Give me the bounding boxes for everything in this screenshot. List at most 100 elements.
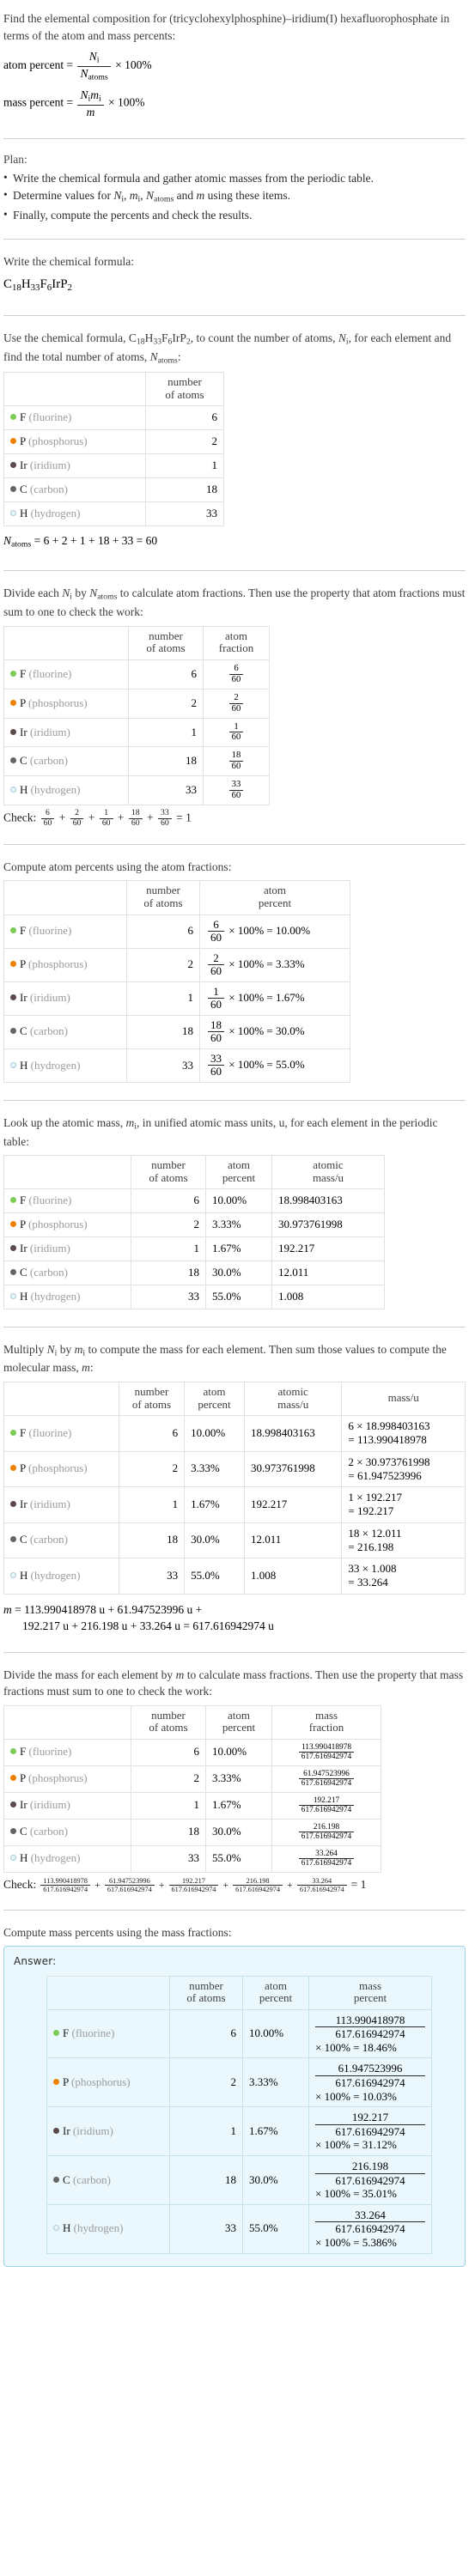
molecular-mass-prompt: Multiply Ni by mi to compute the mass fo… <box>3 1342 447 1375</box>
atomic-mass-table: number of atoms atom percent atomic mass/u … <box>3 1155 385 1309</box>
table-header: number of atoms <box>3 372 224 407</box>
plan-item: Determine values for Ni, mi, Natoms and … <box>3 186 466 206</box>
element-symbol: H <box>63 2221 71 2235</box>
table-row: P (phosphorus) 2 3.33% 30.973761998 <box>3 1212 385 1238</box>
fraction-denominator: 60 <box>228 732 244 743</box>
element-symbol: F <box>20 410 27 424</box>
atom-fraction-prompt: Divide each Ni by Natoms to calculate at… <box>3 586 466 619</box>
atomic-mass-value: 18.998403163 <box>271 1188 385 1214</box>
element-color-dot <box>10 994 16 1001</box>
atom-percent-num-subscript: i <box>96 55 100 65</box>
table-row: F (fluorine) 6 10.00% 18.998403163 6 × 1… <box>3 1415 466 1452</box>
fraction-denominator: 617.616942974 <box>298 1832 355 1841</box>
mass-percent-formula: mass percent = Nimi m × 100% <box>3 88 466 118</box>
table-row: Ir (iridium) 1 1 60 <box>3 717 270 748</box>
plan-item: Write the chemical formula and gather at… <box>3 169 466 187</box>
header-atom-percent: atom percent <box>205 1155 272 1190</box>
element-cell: C (carbon) <box>3 1818 131 1846</box>
element-name: (iridium) <box>29 459 70 472</box>
element-color-dot <box>10 728 16 735</box>
element-color-dot <box>53 2030 59 2037</box>
atom-percent-cell: 18 60 × 100% = 30.0% <box>199 1014 350 1049</box>
fraction-denominator: 617.616942974 <box>315 2221 425 2236</box>
molecular-mass-symbol: m <box>3 1602 12 1616</box>
header-blank <box>3 1155 131 1190</box>
table-row: C (carbon) 18 18 60 <box>3 746 270 777</box>
fraction-numerator: 18 <box>231 750 241 761</box>
atom-count: 18 <box>126 1014 200 1049</box>
atom-count: 33 <box>169 2203 243 2254</box>
element-color-dot <box>10 414 16 421</box>
atom-fraction-cell: 6 60 <box>203 659 270 690</box>
atom-count: 18 <box>131 1260 206 1285</box>
table-body: F (fluorine) 6 10.00% 18.998403163 6 × 1… <box>3 1415 466 1595</box>
fraction-denominator: 60 <box>228 761 244 772</box>
mass-percent-cell: 216.198 617.616942974 × 100% = 35.01% <box>308 2155 432 2205</box>
header-atom-percent: atom percent <box>242 1975 309 2010</box>
check-label: Check: <box>3 811 37 824</box>
element-name: (carbon) <box>29 1825 68 1838</box>
element-color-dot <box>53 2078 59 2085</box>
element-cell: Ir (iridium) <box>3 1791 131 1820</box>
element-cell: Ir (iridium) <box>3 1486 119 1523</box>
element-color-dot <box>10 1500 16 1507</box>
fraction-denominator: 60 <box>228 790 244 801</box>
element-color-dot <box>53 2127 59 2134</box>
element-color-dot <box>10 1828 16 1835</box>
table-row: H (hydrogen) 33 55.0% 1.008 <box>3 1284 385 1309</box>
atom-percent-expression: × 100% = 1.67% <box>228 990 305 1004</box>
table-header: number of atoms atom percent mass percent <box>46 1975 432 2010</box>
atomic-mass-step: Look up the atomic mass, mi, in unified … <box>3 1109 466 1318</box>
atom-count: 1 <box>131 1236 206 1261</box>
atomic-mass-value: 12.011 <box>243 1522 343 1559</box>
atom-count: 1 <box>126 981 200 1016</box>
table-row: P (phosphorus) 2 3.33% 61.947523996 617.6… <box>3 1765 381 1793</box>
atom-count: 18 <box>131 1818 206 1846</box>
mass-product-expression: 1 × 192.217 <box>348 1491 402 1504</box>
table-header: number of atoms atom fraction <box>3 625 270 660</box>
mass-percent-num2-symbol: m <box>90 88 99 102</box>
mass-fraction-cell: 192.217 617.616942974 <box>271 1791 381 1820</box>
check-result: = 1 <box>176 811 192 824</box>
element-cell: F (fluorine) <box>46 2008 170 2059</box>
element-name: (phosphorus) <box>28 696 88 709</box>
element-color-dot <box>10 485 16 492</box>
divider <box>3 1909 466 1911</box>
formula-part: H33 <box>21 277 40 294</box>
table-row: H (hydrogen) 33 <box>3 501 224 526</box>
total-atoms-equation: Natoms = 6 + 2 + 1 + 18 + 33 = 60 <box>3 532 466 551</box>
atom-percent-times100: × 100% <box>115 58 152 72</box>
element-symbol: F <box>63 2026 70 2040</box>
count-prompt-d: : <box>177 349 181 363</box>
element-name: (carbon) <box>29 1533 68 1546</box>
table-row: P (phosphorus) 2 2 60 × 100% = 3.33% <box>3 947 350 982</box>
element-symbol: F <box>20 1425 27 1439</box>
element-color-dot <box>10 1429 16 1436</box>
element-color-dot <box>10 670 16 677</box>
element-color-dot <box>10 1028 16 1035</box>
table-row: P (phosphorus) 2 3.33% 61.947523996 617.… <box>46 2057 432 2108</box>
element-color-dot <box>10 1292 16 1299</box>
element-cell: C (carbon) <box>3 477 146 502</box>
element-symbol: F <box>20 1194 27 1207</box>
element-name: (hydrogen) <box>30 783 81 797</box>
table-row: H (hydrogen) 33 55.0% 33.264 617.61694297… <box>3 1844 381 1873</box>
plan-item: Finally, compute the percents and check … <box>3 206 466 224</box>
table-row: Ir (iridium) 1 1.67% 192.217 <box>3 1236 385 1261</box>
element-symbol: F <box>20 666 27 680</box>
mass-product-expression: 2 × 30.973761998 <box>348 1455 430 1468</box>
element-name: (hydrogen) <box>30 1851 81 1865</box>
inline-formula: C18H33F6IrP2 <box>128 331 191 347</box>
atomic-mass-value: 192.217 <box>243 1486 343 1523</box>
mass-product-cell: 18 × 12.011 = 216.198 <box>341 1522 466 1559</box>
table-row: Ir (iridium) 1 1.67% 192.217 1 × 192.217… <box>3 1486 466 1523</box>
mass-percent-table: number of atoms atom percent mass percent F… <box>46 1975 432 2254</box>
atom-percent-fraction: Ni Natoms <box>77 50 111 82</box>
table-row: Ir (iridium) 1 <box>3 453 224 478</box>
element-color-dot <box>10 961 16 968</box>
mass-product-cell: 1 × 192.217 = 192.217 <box>341 1486 466 1523</box>
table-row: Ir (iridium) 1 1.67% 192.217 617.6169429… <box>46 2106 432 2157</box>
element-color-dot <box>10 438 16 445</box>
atomic-mass-value: 1.008 <box>271 1284 385 1309</box>
element-cell: P (phosphorus) <box>3 429 146 455</box>
